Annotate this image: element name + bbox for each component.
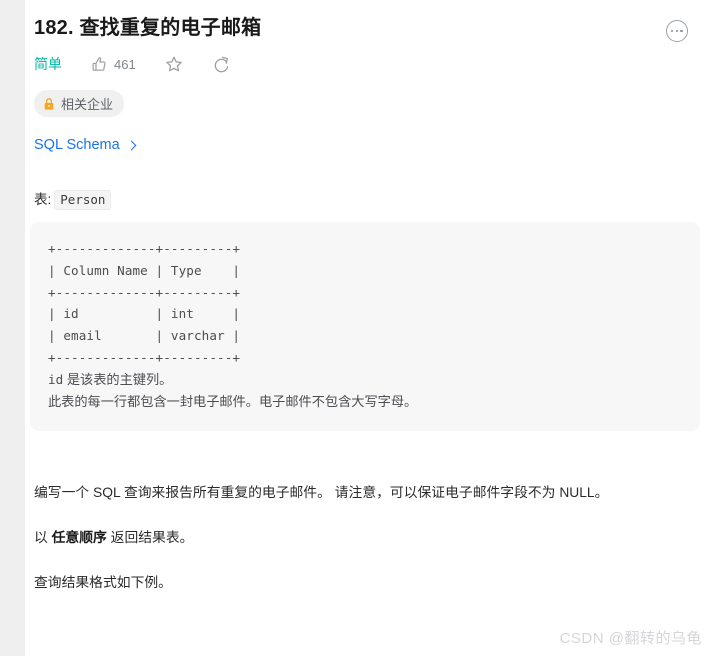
title-row: 182. 查找重复的电子邮箱 [25,0,722,42]
problem-statement: 编写一个 SQL 查询来报告所有重复的电子邮件。 请注意，可以保证电子邮件字段不… [25,482,722,594]
schema-note-line-2: 此表的每一行都包含一封电子邮件。电子邮件不包含大写字母。 [48,393,418,409]
related-companies-label: 相关企业 [61,97,114,112]
share-button[interactable] [212,55,230,73]
lock-icon [43,97,55,111]
table-caption-prefix: 表: [34,192,52,207]
order-note-suffix: 返回结果表。 [106,529,194,545]
favorite-button[interactable] [165,55,183,73]
order-note-prefix: 以 [34,529,52,545]
statement-paragraph-1: 编写一个 SQL 查询来报告所有重复的电子邮件。 请注意，可以保证电子邮件字段不… [34,484,609,500]
table-name-code: Person [54,190,112,210]
page-title: 182. 查找重复的电子邮箱 [34,17,262,39]
more-dots [671,29,683,33]
watermark: CSDN @翻转的乌龟 [559,630,702,647]
sql-schema-label: SQL Schema [34,137,120,153]
schema-note-line-1: id 是该表的主键列。 [48,369,682,391]
more-options-icon[interactable] [666,20,688,42]
problem-description-panel: 182. 查找重复的电子邮箱 简单 461 相关企业 SQL Schema 表:… [25,0,722,594]
statement-paragraph-3: 查询结果格式如下例。 [34,574,172,590]
schema-ascii-table: +-------------+---------+ | Column Name … [48,241,241,365]
like-button[interactable]: 461 [91,56,136,73]
share-icon [212,55,230,73]
chevron-right-icon [126,140,137,150]
star-icon [165,55,183,73]
table-caption: 表: Person [25,154,722,210]
order-note-emphasis: 任意顺序 [51,529,107,545]
meta-row: 简单 461 [25,42,722,74]
like-count: 461 [114,56,136,72]
content-sheet: 182. 查找重复的电子邮箱 简单 461 相关企业 SQL Schema 表:… [25,0,722,656]
thumbs-up-icon [91,56,108,73]
difficulty-label[interactable]: 简单 [34,54,62,74]
related-companies-badge[interactable]: 相关企业 [34,90,125,117]
sql-schema-link[interactable]: SQL Schema [34,137,137,153]
statement-paragraph-2: 以 任意顺序 返回结果表。 [34,527,704,549]
primary-key-note-text: 是该表的主键列。 [63,371,173,387]
page-root: 182. 查找重复的电子邮箱 简单 461 相关企业 SQL Schema 表:… [0,0,722,656]
schema-code-block: +-------------+---------+ | Column Name … [30,222,700,431]
badge-row: 相关企业 [25,74,722,117]
primary-key-column-name: id [48,371,64,387]
schema-row: SQL Schema [25,117,722,154]
